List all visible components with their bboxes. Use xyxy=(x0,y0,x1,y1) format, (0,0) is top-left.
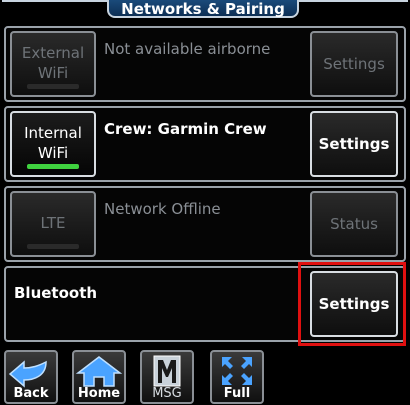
internal-wifi-button[interactable]: Internal WiFi xyxy=(10,111,96,177)
lte-label: LTE xyxy=(40,214,66,232)
internal-wifi-label: Internal WiFi xyxy=(24,124,82,162)
internal-wifi-settings-button[interactable]: Settings xyxy=(310,111,398,177)
external-wifi-label: External WiFi xyxy=(21,44,85,82)
msg-label: MSG xyxy=(152,386,182,401)
message-m-icon xyxy=(153,355,181,387)
lte-status-button[interactable]: Status xyxy=(310,191,398,257)
full-button[interactable]: Full xyxy=(210,350,264,404)
networks-pairing-screen: Networks & Pairing External WiFi Not ava… xyxy=(0,0,410,405)
back-arrow-icon xyxy=(8,360,47,388)
home-button[interactable]: Home xyxy=(72,350,126,404)
internal-wifi-indicator xyxy=(27,164,79,169)
lte-button[interactable]: LTE xyxy=(10,191,96,257)
expand-icon xyxy=(222,357,252,385)
page-title: Networks & Pairing xyxy=(107,0,299,18)
full-label: Full xyxy=(223,386,251,401)
back-button[interactable]: Back xyxy=(4,350,58,404)
external-wifi-settings-button[interactable]: Settings xyxy=(310,31,398,97)
back-label: Back xyxy=(13,386,49,401)
external-wifi-indicator xyxy=(27,84,79,89)
internal-wifi-status: Crew: Garmin Crew xyxy=(104,120,267,138)
external-wifi-status: Not available airborne xyxy=(104,40,271,58)
msg-button[interactable]: MSG xyxy=(140,350,194,404)
bluetooth-settings-button[interactable]: Settings xyxy=(310,271,398,337)
row-lte: LTE Network Offline Status xyxy=(4,186,406,262)
bottom-bar: Back Home MSG Full xyxy=(0,346,410,405)
row-internal-wifi: Internal WiFi Crew: Garmin Crew Settings xyxy=(4,106,406,182)
home-label: Home xyxy=(77,386,121,401)
lte-indicator xyxy=(27,244,79,249)
lte-status: Network Offline xyxy=(104,200,221,218)
bluetooth-label: Bluetooth xyxy=(14,284,98,302)
row-bluetooth: Bluetooth Settings xyxy=(4,262,406,346)
external-wifi-button[interactable]: External WiFi xyxy=(10,31,96,97)
home-icon xyxy=(75,356,123,387)
row-external-wifi: External WiFi Not available airborne Set… xyxy=(4,26,406,102)
